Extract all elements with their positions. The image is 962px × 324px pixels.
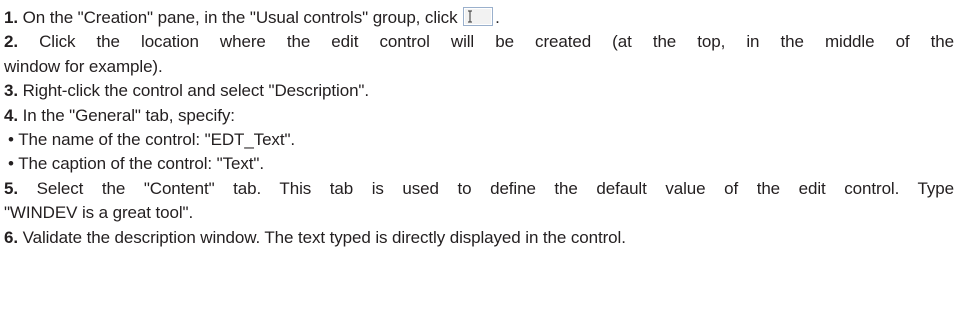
step-number: 2.: [4, 32, 18, 52]
step-text: Right-click the control and select "Desc…: [22, 81, 369, 101]
step-number: 5.: [4, 178, 18, 198]
edit-control-icon: [463, 7, 494, 26]
step-6: 6. Validate the description window. The …: [4, 226, 954, 250]
step-number: 6.: [4, 227, 18, 247]
step-text: In the "General" tab, specify:: [22, 105, 235, 125]
step-text-end: .: [495, 8, 500, 27]
bullet-glyph: •: [8, 154, 14, 174]
step-text: Click the location where the edit contro…: [39, 32, 954, 52]
step-text: Select the "Content" tab. This tab is us…: [36, 178, 954, 198]
step-1: 1. On the "Creation" pane, in the "Usual…: [4, 6, 954, 30]
bullet-item: • The name of the control: "EDT_Text".: [4, 128, 954, 152]
step-text: On the "Creation" pane, in the "Usual co…: [22, 8, 458, 27]
bullet-item: • The caption of the control: "Text".: [4, 152, 954, 176]
step-3: 3. Right-click the control and select "D…: [4, 79, 954, 103]
step-5-line-2: "WINDEV is a great tool".: [4, 203, 194, 223]
step-4: 4. In the "General" tab, specify:: [4, 104, 954, 128]
step-number: 3.: [4, 81, 18, 101]
step-number: 1.: [4, 8, 18, 27]
step-2-line-1: 2. Click the location where the edit con…: [4, 30, 954, 54]
step-text: Validate the description window. The tex…: [22, 227, 626, 247]
bullet-text: The caption of the control: "Text".: [18, 154, 264, 174]
step-2-line-2: window for example).: [4, 56, 163, 76]
cropped-heading: [4, 0, 954, 6]
bullet-text: The name of the control: "EDT_Text".: [18, 130, 296, 150]
bullet-glyph: •: [8, 130, 14, 150]
step-number: 4.: [4, 105, 18, 125]
instructions-page: 1. On the "Creation" pane, in the "Usual…: [0, 0, 962, 324]
step-5-line-1: 5. Select the "Content" tab. This tab is…: [4, 177, 954, 201]
